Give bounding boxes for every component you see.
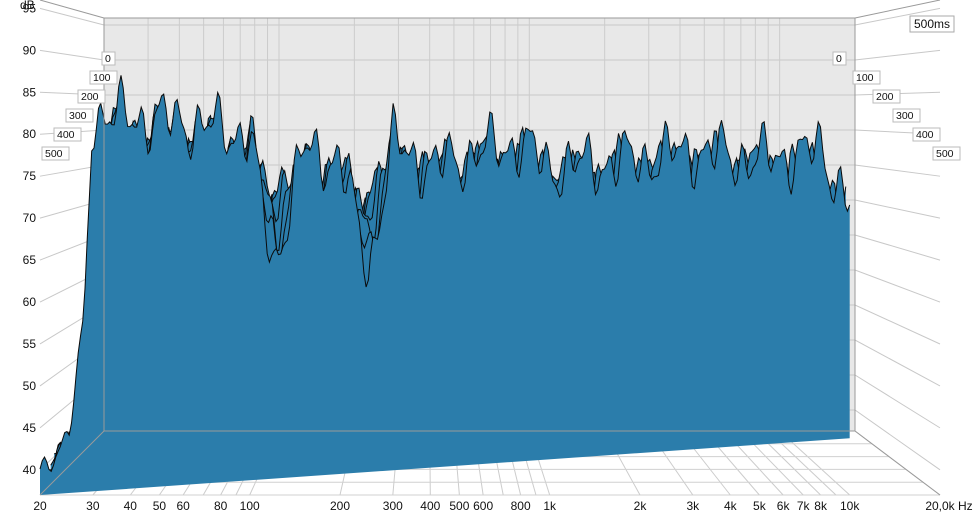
x-tick-label: 3k <box>686 499 700 513</box>
y-tick-label: 70 <box>23 211 37 225</box>
x-tick-label: 20 <box>33 499 47 513</box>
x-tick-label: 5k <box>753 499 767 513</box>
x-tick-label: 1k <box>543 499 557 513</box>
x-tick-label: 60 <box>176 499 190 513</box>
time-label-right: 400 <box>916 129 934 141</box>
y-tick-label: 50 <box>23 379 37 393</box>
time-label-left: 200 <box>81 91 99 103</box>
x-tick-label: 10k <box>840 499 860 513</box>
time-label-right: 300 <box>896 110 914 122</box>
x-tick-label: 40 <box>124 499 138 513</box>
y-tick-label: 85 <box>23 85 37 99</box>
time-label-right: 0 <box>836 53 842 65</box>
y-tick-label: 60 <box>23 295 37 309</box>
time-label-right: 100 <box>856 72 874 84</box>
x-tick-label: 500 <box>449 499 469 513</box>
x-tick-label: 600 <box>473 499 493 513</box>
time-label-left: 300 <box>69 110 87 122</box>
y-tick-label: 65 <box>23 253 37 267</box>
x-tick-label: 50 <box>153 499 167 513</box>
y-tick-label: 55 <box>23 337 37 351</box>
x-tick-label: 2k <box>634 499 648 513</box>
x-tick-label: 8k <box>814 499 828 513</box>
x-tick-label: 80 <box>214 499 228 513</box>
y-tick-label: 80 <box>23 127 37 141</box>
y-tick-label: 95 <box>23 1 37 15</box>
y-tick-label: 40 <box>23 463 37 477</box>
x-tick-label: 100 <box>240 499 260 513</box>
x-tick-label: 20,0k <box>925 499 955 513</box>
waterfall-chart: dB Hz 40455055606570758085909520 30 40 50 60… <box>0 0 975 513</box>
time-label-left: 500 <box>45 148 63 160</box>
x-tick-label: 30 <box>86 499 100 513</box>
y-tick-label: 90 <box>23 43 37 57</box>
y-tick-label: 45 <box>23 421 37 435</box>
y-tick-label: 75 <box>23 169 37 183</box>
time-max-label: 500ms <box>914 17 950 31</box>
x-axis-unit-label: Hz <box>958 499 973 513</box>
x-tick-label: 4k <box>724 499 738 513</box>
time-label-left: 0 <box>105 53 111 65</box>
x-tick-label: 300 <box>383 499 403 513</box>
time-label-right: 500 <box>936 148 954 160</box>
x-tick-label: 6k <box>777 499 791 513</box>
time-label-left: 400 <box>57 129 75 141</box>
time-label-right: 200 <box>876 91 894 103</box>
x-tick-label: 200 <box>330 499 350 513</box>
x-tick-label: 400 <box>420 499 440 513</box>
x-tick-label: 7k <box>797 499 811 513</box>
x-tick-label: 800 <box>511 499 531 513</box>
time-label-left: 100 <box>93 72 111 84</box>
